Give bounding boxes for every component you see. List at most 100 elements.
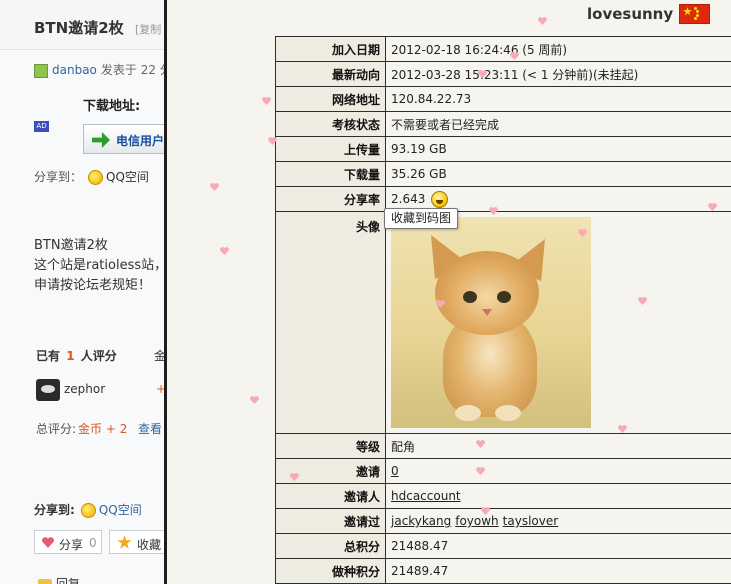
user-icon [34, 63, 48, 78]
avatar[interactable] [36, 379, 60, 401]
row-label: 网络地址 [275, 86, 386, 112]
invites-link[interactable]: 0 [391, 464, 399, 478]
profile-info-table: 加入日期 2012-02-18 16:24:46 (5 周前) 最新动向 201… [275, 36, 731, 584]
share-row-bottom: 分享到: QQ空间 [34, 501, 142, 518]
cat-paw [495, 405, 521, 421]
last-seen-value: 2012-03-28 15:23:11 (< 1 分钟前)(未挂起) [385, 61, 731, 87]
post-line: BTN邀请2枚 [34, 238, 108, 253]
avatar-cell [385, 211, 731, 434]
ip-value: 120.84.22.73 [385, 86, 731, 112]
author-line: danbao 发表于 22 分 [34, 61, 165, 78]
uploaded-value: 93.19 GB [385, 136, 731, 162]
profile-username: lovesunny [587, 5, 674, 23]
total-rating: 总评分: 金币 + 2 [36, 420, 127, 437]
table-row: 加入日期 2012-02-18 16:24:46 (5 周前) [275, 36, 731, 62]
invitees-cell: jackykang foyowh tayslover [385, 508, 731, 534]
row-label: 上传量 [275, 136, 386, 162]
heart-icon [42, 537, 54, 548]
save-image-tooltip[interactable]: 收藏到码图 [384, 208, 459, 229]
invitee-link[interactable]: jackykang [391, 514, 451, 528]
share-row: 分享到： QQ空间 [34, 168, 149, 185]
row-label: 总积分 [275, 533, 386, 559]
row-label: 邀请人 [275, 483, 386, 509]
share-label: 分享到: [34, 503, 75, 517]
reply-button[interactable]: 回复 [38, 575, 80, 584]
post-line: 申请按论坛老规矩！ [34, 278, 152, 293]
row-label: 加入日期 [275, 36, 386, 62]
share-button[interactable]: 分享 0 [34, 530, 102, 554]
table-row: 网络地址 120.84.22.73 [275, 86, 731, 112]
rater-name[interactable]: zephor [64, 382, 105, 396]
join-date-value: 2012-02-18 16:24:46 (5 周前) [385, 36, 731, 62]
invites-cell: 0 [385, 458, 731, 484]
row-label: 最新动向 [275, 61, 386, 87]
smiley-icon [431, 190, 449, 208]
class-value: 配角 [385, 433, 731, 459]
row-label: 邀请过 [275, 508, 386, 534]
author-name[interactable]: danbao [52, 63, 97, 77]
table-row: 邀请人 hdcaccount [275, 483, 731, 509]
table-row: 做种积分 21489.47 [275, 558, 731, 584]
share-label: 分享到： [34, 170, 83, 184]
cat-eye [463, 291, 477, 303]
reply-label: 回复 [56, 577, 81, 584]
row-label: 分享率 [275, 186, 386, 212]
table-row: 下载量 35.26 GB [275, 161, 731, 187]
view-ratings-link[interactable]: 查看 [138, 420, 162, 437]
rating-prefix: 已有 [36, 349, 61, 363]
qzone-icon[interactable] [88, 170, 104, 185]
rating-suffix: 人评分 [80, 349, 117, 363]
exam-status-value: 不需要或者已经完成 [385, 111, 731, 137]
download-label: 下载地址: [83, 99, 141, 114]
qzone-icon[interactable] [80, 503, 96, 518]
row-label: 下载量 [275, 161, 386, 187]
share-qzone-link[interactable]: QQ空间 [99, 503, 142, 517]
total-rating-label: 总评分: [36, 422, 77, 436]
table-row: 邀请过 jackykang foyowh tayslover [275, 508, 731, 534]
post-line: 这个站是ratioless站， [34, 258, 165, 273]
table-row: 最新动向 2012-03-28 15:23:11 (< 1 分钟前)(未挂起) [275, 61, 731, 87]
arrow-right-icon [92, 132, 110, 148]
cat-eye [497, 291, 511, 303]
thread-title-bar: BTN邀请2枚 [复制 [0, 0, 165, 50]
row-label: 考核状态 [275, 111, 386, 137]
reply-icon [38, 578, 52, 584]
table-row: 考核状态 不需要或者已经完成 [275, 111, 731, 137]
telecom-download-button[interactable]: 电信用户 [83, 124, 165, 154]
table-row: 头像 [275, 211, 731, 434]
favorite-button-label: 收藏 [137, 538, 162, 552]
forum-thread-page: BTN邀请2枚 [复制 danbao 发表于 22 分 下载地址: AD 电信用户… [0, 0, 165, 584]
share-button-label: 分享 [59, 538, 84, 552]
seed-points-value: 21489.47 [385, 558, 731, 584]
inviter-link[interactable]: hdcaccount [391, 489, 461, 503]
flag-star-small [696, 10, 699, 13]
rating-summary: 已有 1 人评分 [36, 347, 117, 364]
china-flag-icon [679, 4, 710, 24]
cat-paw [455, 405, 481, 421]
total-rating-value: 金币 + 2 [78, 422, 128, 436]
user-profile-popup: lovesunny 加入日期 2012-02-18 16:24:46 (5 周前… [164, 0, 731, 584]
table-row: 上传量 93.19 GB [275, 136, 731, 162]
kitten-avatar-image[interactable] [391, 217, 591, 428]
thread-title: BTN邀请2枚 [34, 19, 124, 37]
post-time: 发表于 22 分 [100, 63, 165, 77]
table-row: 分享率 2.643 [275, 186, 731, 212]
telecom-download-label: 电信用户 [116, 134, 165, 148]
invitee-link[interactable]: tayslover [503, 514, 559, 528]
downloaded-value: 35.26 GB [385, 161, 731, 187]
ad-badge: AD [34, 121, 49, 132]
rating-count: 1 [66, 349, 75, 363]
cat-head [435, 251, 539, 335]
flag-star [683, 7, 692, 16]
copy-link[interactable]: [复制 [135, 21, 161, 37]
table-row: 总积分 21488.47 [275, 533, 731, 559]
row-label: 头像 [275, 211, 386, 434]
share-count: 0 [89, 536, 97, 550]
share-qzone-link[interactable]: QQ空间 [106, 170, 149, 184]
row-label: 做种积分 [275, 558, 386, 584]
flag-star-small [694, 17, 697, 20]
invitee-link[interactable]: foyowh [455, 514, 498, 528]
invited-by-cell: hdcaccount [385, 483, 731, 509]
favorite-button[interactable]: 收藏 [109, 530, 165, 554]
table-row: 邀请 0 [275, 458, 731, 484]
